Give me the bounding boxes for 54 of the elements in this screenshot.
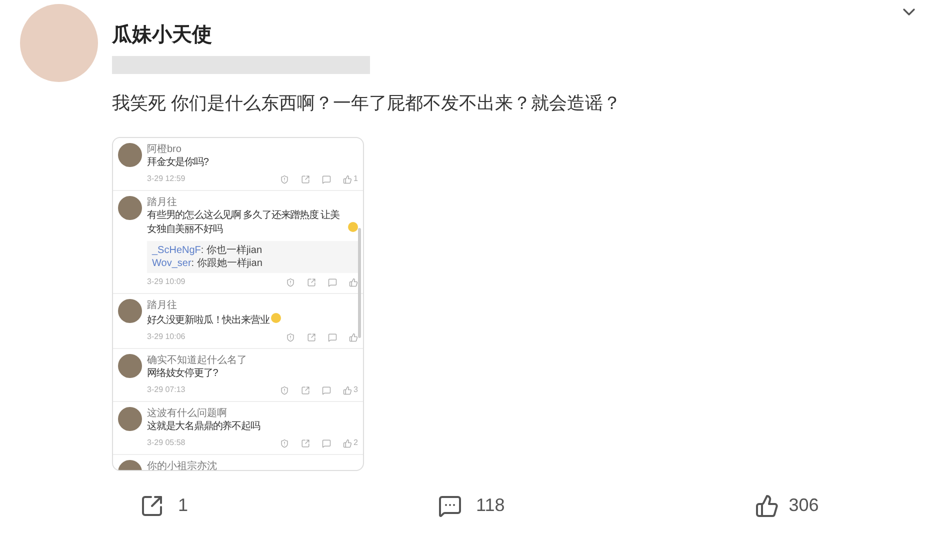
commenter-name: 阿橙bro (147, 143, 182, 156)
reply-text: Wov_ser: 你跟她一样jian (152, 257, 264, 270)
commenter-name: 确实不知道起什么名了 (147, 354, 248, 367)
like-icon[interactable] (342, 438, 352, 448)
avatar (118, 196, 142, 220)
like-count: 1 (354, 173, 358, 185)
comment-button[interactable]: 118 (438, 492, 505, 519)
avatar (118, 354, 142, 378)
avatar (118, 299, 142, 323)
comment-icon[interactable] (322, 386, 331, 394)
commenter-name: 踏月往 (147, 299, 178, 312)
report-icon[interactable] (286, 278, 295, 286)
share-icon (140, 494, 164, 518)
comment-text: 好久没更新啦瓜！快出来营业 (147, 314, 270, 328)
share-icon[interactable] (307, 278, 316, 286)
avatar (118, 407, 142, 431)
commenter-name: 你的小祖宗亦沈 (147, 460, 218, 470)
comment-time: 3-29 12:59 (147, 173, 186, 185)
reply-text: _ScHeNgF: 你也一样jian (152, 244, 264, 257)
like-count: 2 (354, 437, 358, 449)
comment-time: 3-29 05:58 (147, 437, 186, 449)
commenter-name: 这波有什么问题啊 (147, 407, 228, 420)
report-icon[interactable] (280, 438, 289, 448)
report-icon[interactable] (280, 174, 289, 184)
comment-icon (438, 494, 462, 518)
comment-icon[interactable] (328, 278, 337, 286)
comment-time: 3-29 10:09 (147, 276, 186, 288)
commenter-name: 踏月往 (147, 196, 178, 209)
like-icon[interactable] (349, 332, 358, 342)
like-icon (754, 494, 779, 518)
comment-text: 网络妓女停更了? (147, 367, 218, 381)
share-icon[interactable] (300, 174, 310, 184)
like-button[interactable]: 306 (754, 492, 819, 519)
author-name[interactable]: 瓜妹小天使 (112, 20, 370, 50)
comment-text: 这就是大名鼎鼎的养不起吗 (147, 420, 260, 434)
comment-icon[interactable] (322, 438, 331, 448)
like-icon[interactable] (342, 386, 352, 394)
like-count: 3 (354, 384, 358, 396)
comment-icon[interactable] (328, 332, 337, 342)
comment-text: 有些男的怎么这么见啊 多久了还来蹭热度 让美女独自美丽不好吗 (147, 209, 340, 237)
like-icon[interactable] (342, 174, 352, 184)
comment-icon[interactable] (322, 174, 331, 184)
report-icon[interactable] (286, 332, 295, 342)
avatar (118, 143, 142, 167)
share-button[interactable]: 1 (140, 492, 188, 519)
comment-time: 3-29 10:06 (147, 331, 186, 343)
comment-time: 3-29 07:13 (147, 384, 186, 396)
share-icon[interactable] (307, 332, 316, 342)
report-icon[interactable] (280, 386, 289, 394)
like-icon[interactable] (349, 278, 358, 286)
share-icon[interactable] (300, 438, 310, 448)
post-text: 我笑死 你们是什么东西啊？一年了屁都不发不出来？就会造谣？ (112, 92, 622, 115)
share-icon[interactable] (300, 386, 310, 394)
comment-text: 拜金女是你吗? (147, 156, 208, 170)
